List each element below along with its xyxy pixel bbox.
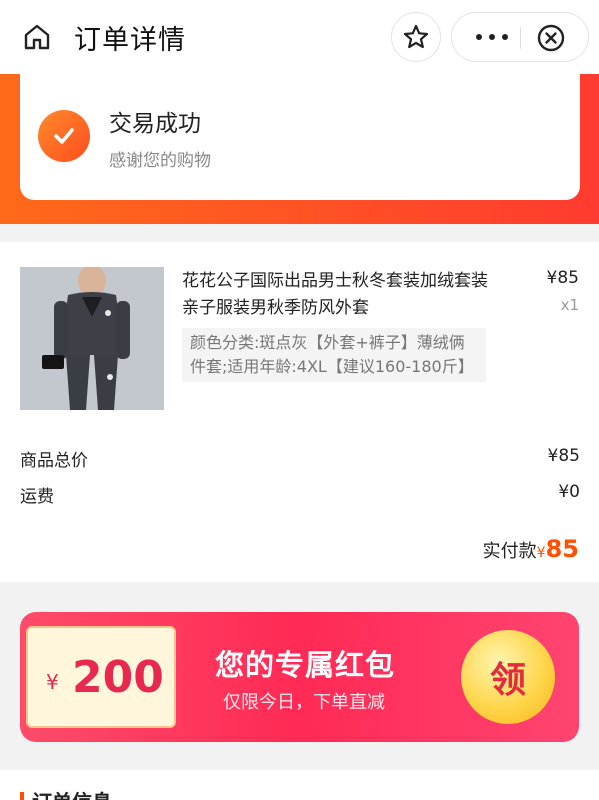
more-dot-icon — [476, 34, 482, 40]
status-card: 交易成功 感谢您的购物 — [20, 74, 580, 200]
product-image — [20, 267, 164, 410]
total-price-row: 商品总价 ¥85 — [20, 446, 580, 471]
claim-button[interactable]: 领 — [461, 630, 555, 724]
coupon-ticket: ¥ 200 — [26, 626, 176, 728]
order-info-title: 订单信息 — [32, 786, 112, 800]
success-check-icon — [38, 110, 90, 162]
paid-currency: ¥ — [536, 545, 546, 561]
shipping-label: 运费 — [20, 487, 54, 507]
total-price-value: ¥85 — [547, 446, 580, 466]
home-icon[interactable] — [22, 22, 52, 52]
product-name[interactable]: 花花公子国际出品男士秋冬套装加绒套装亲子服装男秋季防风外套 — [182, 268, 502, 322]
shipping-row: 运费 ¥0 — [20, 482, 580, 507]
section-accent-bar — [20, 792, 24, 800]
product-price: ¥85 — [546, 268, 579, 288]
top-nav-bar: 订单详情 — [0, 0, 599, 74]
more-dot-icon — [502, 34, 508, 40]
page-title: 订单详情 — [74, 25, 186, 56]
product-quantity: x1 — [560, 296, 579, 314]
order-info-section: 订单信息 — [0, 770, 599, 800]
more-dot-icon — [489, 34, 495, 40]
coupon-amount: 200 — [72, 652, 164, 703]
paid-amount-row: 实付款¥85 — [483, 535, 579, 563]
capsule-divider — [520, 27, 521, 49]
coupon-currency: ¥ — [46, 670, 59, 694]
red-packet-banner[interactable]: ¥ 200 您的专属红包 仅限今日，下单直减 领 — [20, 612, 579, 742]
paid-value: 85 — [545, 535, 579, 563]
star-icon — [403, 24, 429, 49]
more-button[interactable] — [466, 13, 518, 61]
red-packet-subtitle: 仅限今日，下单直减 — [223, 692, 385, 713]
favorite-button[interactable] — [391, 12, 441, 62]
product-thumbnail[interactable] — [20, 267, 164, 410]
checkmark-icon — [54, 128, 74, 144]
total-price-label: 商品总价 — [20, 451, 88, 471]
close-icon[interactable] — [536, 23, 566, 53]
paid-label: 实付款 — [482, 541, 537, 562]
shipping-value: ¥0 — [558, 482, 580, 502]
product-spec: 颜色分类:斑点灰【外套+裤子】薄绒俩件套;适用年龄:4XL【建议160-180斤… — [182, 328, 486, 382]
mini-program-capsule — [451, 12, 589, 62]
order-product-card: 花花公子国际出品男士秋冬套装加绒套装亲子服装男秋季防风外套 ¥85 x1 颜色分… — [0, 242, 599, 582]
red-packet-title: 您的专属红包 — [215, 648, 396, 682]
status-subtitle: 感谢您的购物 — [109, 151, 211, 171]
status-title: 交易成功 — [109, 111, 201, 137]
